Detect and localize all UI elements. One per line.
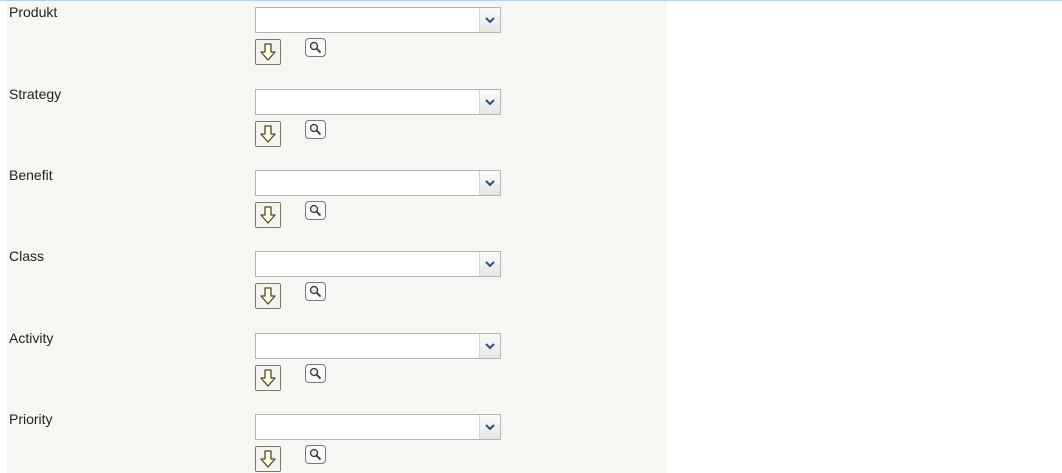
field-row-benefit: Benefit <box>7 166 667 246</box>
field-row-activity: Activity <box>7 329 667 409</box>
produkt-select[interactable] <box>255 7 501 33</box>
magnifier-icon[interactable] <box>305 282 326 301</box>
field-row-class: Class <box>7 247 667 327</box>
benefit-select[interactable] <box>255 170 501 196</box>
page: Produkt Strategy Benefit Class Activity … <box>0 0 1062 473</box>
field-row-produkt: Produkt <box>7 3 667 83</box>
arrow-down-icon[interactable] <box>255 121 281 147</box>
chevron-down-icon[interactable] <box>479 8 500 32</box>
activity-select[interactable] <box>255 333 501 359</box>
chevron-down-icon[interactable] <box>479 415 500 439</box>
magnifier-icon[interactable] <box>305 445 326 464</box>
priority-select[interactable] <box>255 414 501 440</box>
strategy-select[interactable] <box>255 89 501 115</box>
magnifier-icon[interactable] <box>305 364 326 383</box>
field-label: Produkt <box>9 4 58 20</box>
chevron-down-icon[interactable] <box>479 252 500 276</box>
field-label: Class <box>9 248 45 264</box>
class-select[interactable] <box>255 251 501 277</box>
chevron-down-icon[interactable] <box>479 334 500 358</box>
magnifier-icon[interactable] <box>305 38 326 57</box>
field-row-priority: Priority <box>7 410 667 473</box>
field-label: Activity <box>9 330 54 346</box>
chevron-down-icon[interactable] <box>479 171 500 195</box>
field-label: Priority <box>9 411 53 427</box>
arrow-down-icon[interactable] <box>255 446 281 472</box>
arrow-down-icon[interactable] <box>255 365 281 391</box>
magnifier-icon[interactable] <box>305 201 326 220</box>
form-panel: Produkt Strategy Benefit Class Activity … <box>7 1 667 473</box>
arrow-down-icon[interactable] <box>255 39 281 65</box>
magnifier-icon[interactable] <box>305 120 326 139</box>
arrow-down-icon[interactable] <box>255 283 281 309</box>
field-row-strategy: Strategy <box>7 85 667 165</box>
field-label: Strategy <box>9 86 62 102</box>
field-label: Benefit <box>9 167 53 183</box>
chevron-down-icon[interactable] <box>479 90 500 114</box>
arrow-down-icon[interactable] <box>255 202 281 228</box>
